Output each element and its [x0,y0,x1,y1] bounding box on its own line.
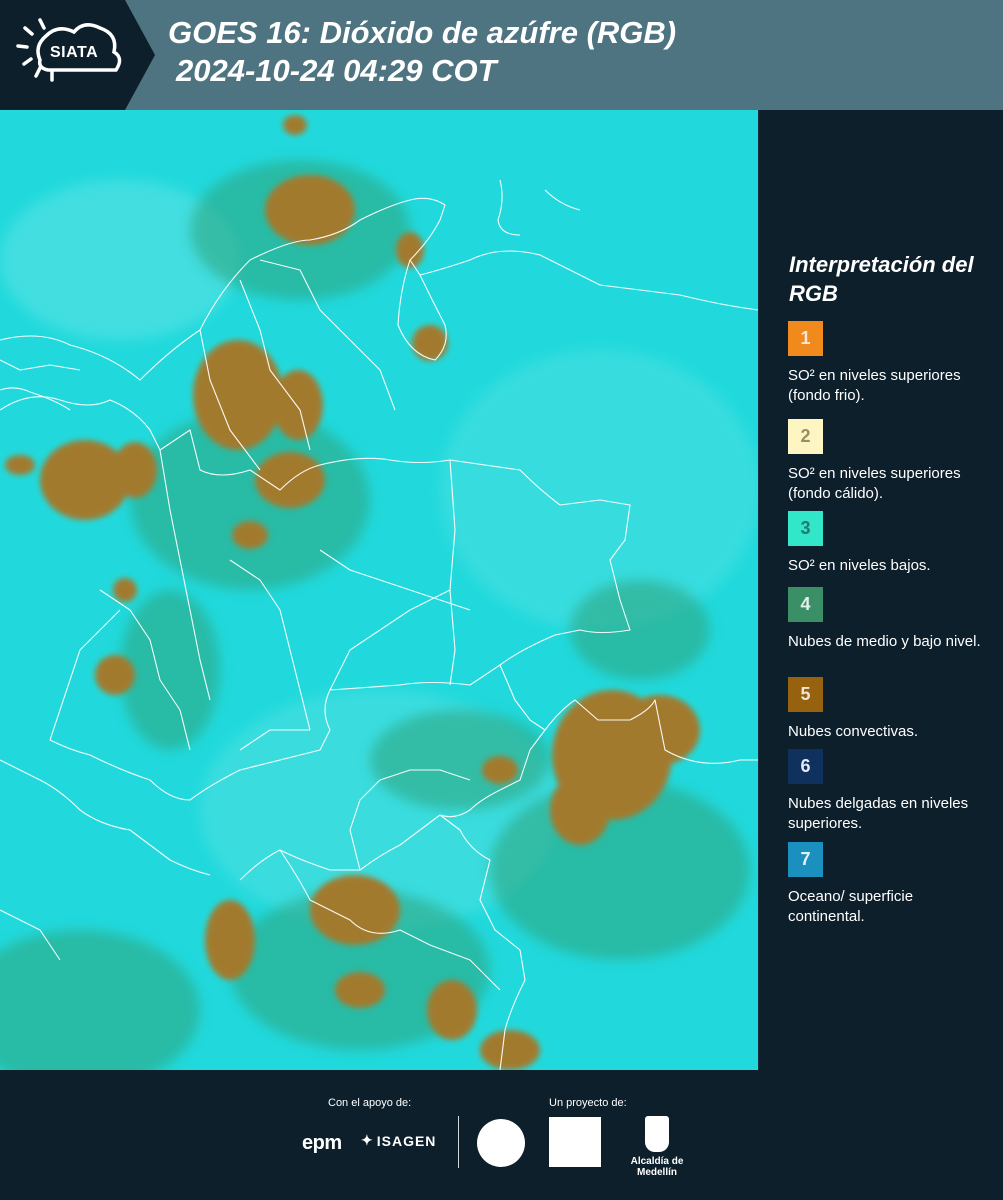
legend-label: Oceano/ superficie continental. [788,888,914,925]
alcaldia-name: Alcaldía de Medellín [630,1156,684,1178]
project-label: Un proyecto de: [549,1097,627,1109]
title-line-1: GOES 16: Dióxido de azúfre (RGB) [168,15,677,50]
legend-label: Nubes convectivas. [788,723,919,740]
legend-item: 3 SO² en niveles bajos. [788,511,988,576]
legend-item: 4 Nubes de medio y bajo nivel. [788,587,988,652]
legend-swatch: 1 [788,321,823,356]
alcaldia-crest-icon [645,1116,669,1152]
legend-label: SO² en niveles superiores (fondo cálido)… [788,465,961,502]
support-label: Con el apoyo de: [328,1097,412,1109]
legend-panel: Interpretación del RGB 1 SO² en niveles s… [760,110,1003,1070]
satellite-map [0,110,759,1070]
legend-item: 2 SO² en niveles superiores (fondo cálido… [788,419,988,504]
alcaldia-logo: Alcaldía de Medellín [612,1116,702,1178]
page-title: GOES 16: Dióxido de azúfre (RGB) 2024-10-… [168,14,676,90]
isagen-logo-text: ISAGEN [376,1132,437,1149]
medellin-seal-logo [477,1119,525,1167]
legend-item: 7 Oceano/ superficie continental. [788,842,988,927]
legend-title: Interpretación del RGB [789,252,974,306]
footer: Con el apoyo de: Un proyecto de: epm ✦ I… [0,1070,1003,1200]
legend-swatch: 5 [788,677,823,712]
legend-label: Nubes de medio y bajo nivel. [788,633,981,650]
legend-item: 6 Nubes delgadas en niveles superiores. [788,749,988,834]
legend-swatch: 3 [788,511,823,546]
epm-logo: epm [302,1132,342,1154]
isagen-icon: ✦ [361,1132,374,1148]
legend-item: 5 Nubes convectivas. [788,677,988,742]
header-bar: SIATA GOES 16: Dióxido de azúfre (RGB) 20… [0,0,1003,110]
legend-label: SO² en niveles superiores (fondo frio). [788,367,961,404]
legend-swatch: 2 [788,419,823,454]
legend-swatch: 4 [788,587,823,622]
legend-label: SO² en niveles bajos. [788,557,931,574]
isagen-logo: ✦ ISAGEN [361,1132,436,1149]
legend-item: 1 SO² en niveles superiores (fondo frio). [788,321,988,406]
legend-swatch: 6 [788,749,823,784]
title-line-2: 2024-10-24 04:29 COT [176,53,497,88]
siata-logo-text: SIATA [50,44,99,61]
area-metropolitana-logo [549,1117,601,1167]
legend-label: Nubes delgadas en niveles superiores. [788,795,969,832]
footer-divider [458,1116,459,1168]
siata-logo: SIATA [0,0,155,110]
legend-swatch: 7 [788,842,823,877]
